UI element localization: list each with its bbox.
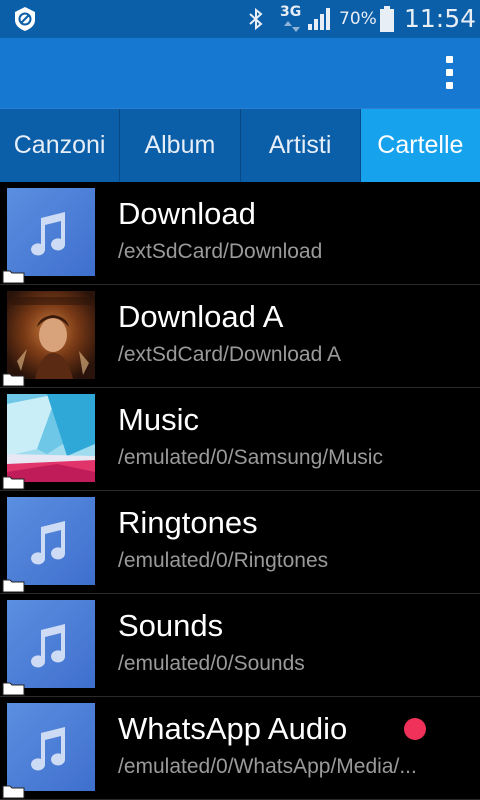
folder-item-sounds[interactable]: Sounds /emulated/0/Sounds xyxy=(0,594,480,697)
folder-title: Download xyxy=(118,196,256,231)
tab-canzoni[interactable]: Canzoni xyxy=(0,109,121,182)
clock: 11:54 xyxy=(404,4,477,33)
folder-item-music[interactable]: Music /emulated/0/Samsung/Music xyxy=(0,388,480,491)
tab-artisti[interactable]: Artisti xyxy=(241,109,361,182)
action-bar xyxy=(0,38,480,108)
folder-icon xyxy=(2,785,25,799)
abstract-cover xyxy=(7,394,95,482)
folder-item-download[interactable]: Download /extSdCard/Download xyxy=(0,182,480,285)
folder-path: /emulated/0/Ringtones xyxy=(118,549,329,572)
music-note-icon xyxy=(7,497,95,585)
overflow-menu-icon[interactable] xyxy=(444,56,454,92)
folder-path: /extSdCard/Download A xyxy=(118,343,341,366)
folder-icon xyxy=(2,682,25,696)
folder-path: /emulated/0/Sounds xyxy=(118,652,305,675)
folder-title: Ringtones xyxy=(118,505,258,540)
music-note-icon xyxy=(7,703,95,791)
folder-item-whatsapp-audio[interactable]: WhatsApp Audio /emulated/0/WhatsApp/Medi… xyxy=(0,697,480,800)
music-note-icon xyxy=(7,600,95,688)
folder-title: Download A xyxy=(118,299,284,334)
signal-strength-icon xyxy=(308,8,330,30)
tab-album[interactable]: Album xyxy=(120,109,241,182)
folder-path: /emulated/0/Samsung/Music xyxy=(118,446,383,469)
folder-title: Music xyxy=(118,402,199,437)
folder-icon xyxy=(2,476,25,490)
folder-item-ringtones[interactable]: Ringtones /emulated/0/Ringtones xyxy=(0,491,480,594)
now-playing-indicator xyxy=(404,718,426,740)
network-indicator: 3G xyxy=(280,4,306,34)
folder-path: /extSdCard/Download xyxy=(118,240,323,263)
album-cover xyxy=(7,291,95,379)
folder-icon xyxy=(2,579,25,593)
music-note-icon xyxy=(7,188,95,276)
bluetooth-icon xyxy=(249,7,263,31)
folder-title: Sounds xyxy=(118,608,224,643)
folder-item-download-a[interactable]: Download A /extSdCard/Download A xyxy=(0,285,480,388)
data-transfer-icon xyxy=(284,21,300,32)
folder-path: /emulated/0/WhatsApp/Media/... xyxy=(118,755,417,778)
battery-icon xyxy=(380,6,394,32)
blocked-notification-icon xyxy=(15,7,35,31)
tab-cartelle[interactable]: Cartelle xyxy=(360,109,480,182)
folder-title: WhatsApp Audio xyxy=(118,711,348,746)
folder-list: Download /extSdCard/Download Download A … xyxy=(0,182,480,800)
network-type: 3G xyxy=(280,4,302,20)
folder-icon xyxy=(2,373,25,387)
tab-bar: Canzoni Album Artisti Cartelle xyxy=(0,108,480,182)
status-bar: 3G 70% 11:54 xyxy=(0,0,480,38)
battery-percentage: 70% xyxy=(339,9,377,29)
folder-icon xyxy=(2,270,25,284)
